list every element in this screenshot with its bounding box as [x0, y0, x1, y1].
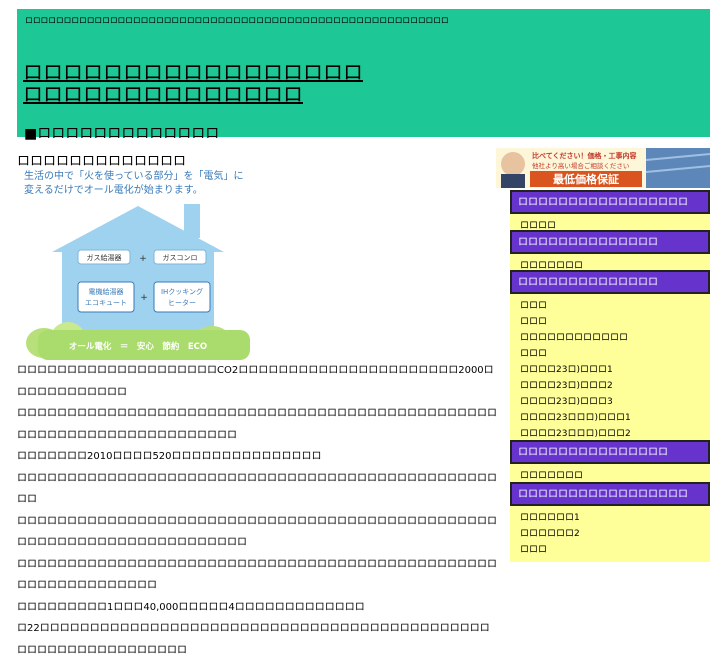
plus-sign-2: + [140, 293, 148, 303]
widget-title: ロロロロロロロロロロロロロロロロロ [510, 482, 710, 506]
site-title-line-1[interactable]: ロロロロロロロロロロロロロロロロロ [23, 61, 363, 83]
sidebar-link[interactable]: ロロロロ23ロ)ロロロ1 [520, 362, 710, 378]
page-heading: ロロロロロロロロロロロロロ [17, 154, 187, 169]
paragraph: ロロロロロロロロロロロロロロロロロロロロロロロロロロロロロロロロロロロロロロロロ… [17, 472, 497, 506]
widget-title: ロロロロロロロロロロロロロロ [510, 270, 710, 294]
site-tagline: ロロロロロロロロロロロロロロロロロロロロロロロロロロロロロロロロロロロロロロロロ… [25, 16, 449, 25]
paragraph: ロ22ロロロロロロロロロロロロロロロロロロロロロロロロロロロロロロロロロロロロロ… [17, 623, 490, 656]
sidebar-link[interactable]: ロロロロ23ロ)ロロロ2 [520, 378, 710, 394]
house-chimney [184, 204, 200, 238]
banner-top-text: 比べてください！価格・工事内容 [532, 151, 637, 160]
widget-title: ロロロロロロロロロロロロロロロロロ [510, 190, 710, 214]
sidebar-link[interactable]: ロロロロロロ1 [520, 510, 710, 526]
price-guarantee-banner[interactable]: 比べてください！価格・工事内容 他社より高い場合ご相談ください 最低価格保証 [496, 148, 710, 188]
banner-mid-text: 他社より高い場合ご相談ください [532, 161, 629, 170]
sidebar-widget-4: ロロロロロロロロロロロロロロロ ロロロロロロロ [510, 440, 710, 488]
gas-stove-label: ガスコンロ [163, 253, 198, 262]
all-electric-house-illustration: 生活の中で「火を使っている部分」を「電気」に 変えるだけでオール電化が始まります… [24, 169, 250, 360]
sidebar-link[interactable]: ロロロロロロ2 [520, 526, 710, 542]
paragraph: ロロロロロロロロロ1ロロロ40,000ロロロロロ4ロロロロロロロロロロロロロ [17, 601, 365, 613]
paragraph: ロロロロロロロロロロロロロロロロロロロロロロロロロロロロロロロロロロロロロロロロ… [17, 558, 497, 592]
sidebar-link[interactable]: ロロロ [520, 314, 710, 330]
widget-title: ロロロロロロロロロロロロロロロ [510, 440, 710, 464]
site-subtitle: ■ロロロロロロロロロロロロロ [24, 126, 220, 142]
paragraph: ロロロロロロロロロロロロロロロロロロロロCO2ロロロロロロロロロロロロロロロロロ… [17, 365, 494, 398]
all-electric-banner: オール電化 ＝ 安心 節約 ECO [69, 341, 207, 352]
paragraph: ロロロロロロロロロロロロロロロロロロロロロロロロロロロロロロロロロロロロロロロロ… [17, 515, 497, 549]
sidebar-link[interactable]: ロロロ [520, 542, 710, 558]
sidebar-widget-3: ロロロロロロロロロロロロロロ ロロロ ロロロ ロロロロロロロロロロロロ ロロロ … [510, 270, 710, 446]
widget-title: ロロロロロロロロロロロロロロ [510, 230, 710, 254]
sidebar-link[interactable]: ロロロロ23ロ)ロロロ3 [520, 394, 710, 410]
sidebar-widget-5: ロロロロロロロロロロロロロロロロロ ロロロロロロ1 ロロロロロロ2 ロロロ [510, 482, 710, 562]
article-body: ロロロロロロロロロロロロロロロロロロロロCO2ロロロロロロロロロロロロロロロロロ… [17, 360, 497, 661]
sidebar-link[interactable]: ロロロ [520, 346, 710, 362]
paragraph: ロロロロロロロ2010ロロロロ520ロロロロロロロロロロロロロロロ [17, 451, 322, 462]
ih-label-1: IHクッキング [161, 287, 203, 296]
eco-cute-label-2: エコキュート [85, 299, 127, 307]
paragraph: ロロロロロロロロロロロロロロロロロロロロロロロロロロロロロロロロロロロロロロロロ… [17, 408, 497, 441]
eco-cute-label-1: 電機給湯器 [89, 287, 124, 296]
sidebar-link[interactable]: ロロロロロロロロロロロロ [520, 330, 710, 346]
banner-bottom-text: 最低価格保証 [553, 172, 619, 186]
site-title-line-2[interactable]: ロロロロロロロロロロロロロロ [23, 83, 363, 105]
sidebar-link[interactable]: ロロロ [520, 298, 710, 314]
site-title-link[interactable]: ロロロロロロロロロロロロロロロロロ ロロロロロロロロロロロロロロ [23, 61, 363, 105]
sidebar: 比べてください！価格・工事内容 他社より高い場合ご相談ください 最低価格保証 ロ… [496, 148, 710, 562]
gas-heater-label: ガス給湯器 [87, 253, 122, 262]
site-header: ロロロロロロロロロロロロロロロロロロロロロロロロロロロロロロロロロロロロロロロロ… [17, 9, 710, 142]
illustration-caption-2: 変えるだけでオール電化が始まります。 [24, 183, 203, 196]
sidebar-link[interactable]: ロロロロ23ロロロ)ロロロ1 [520, 410, 710, 426]
plus-sign: + [139, 254, 147, 264]
ih-label-2: ヒーター [168, 298, 196, 307]
illustration-caption-1: 生活の中で「火を使っている部分」を「電気」に [24, 169, 244, 182]
staff-photo-icon [501, 152, 525, 176]
